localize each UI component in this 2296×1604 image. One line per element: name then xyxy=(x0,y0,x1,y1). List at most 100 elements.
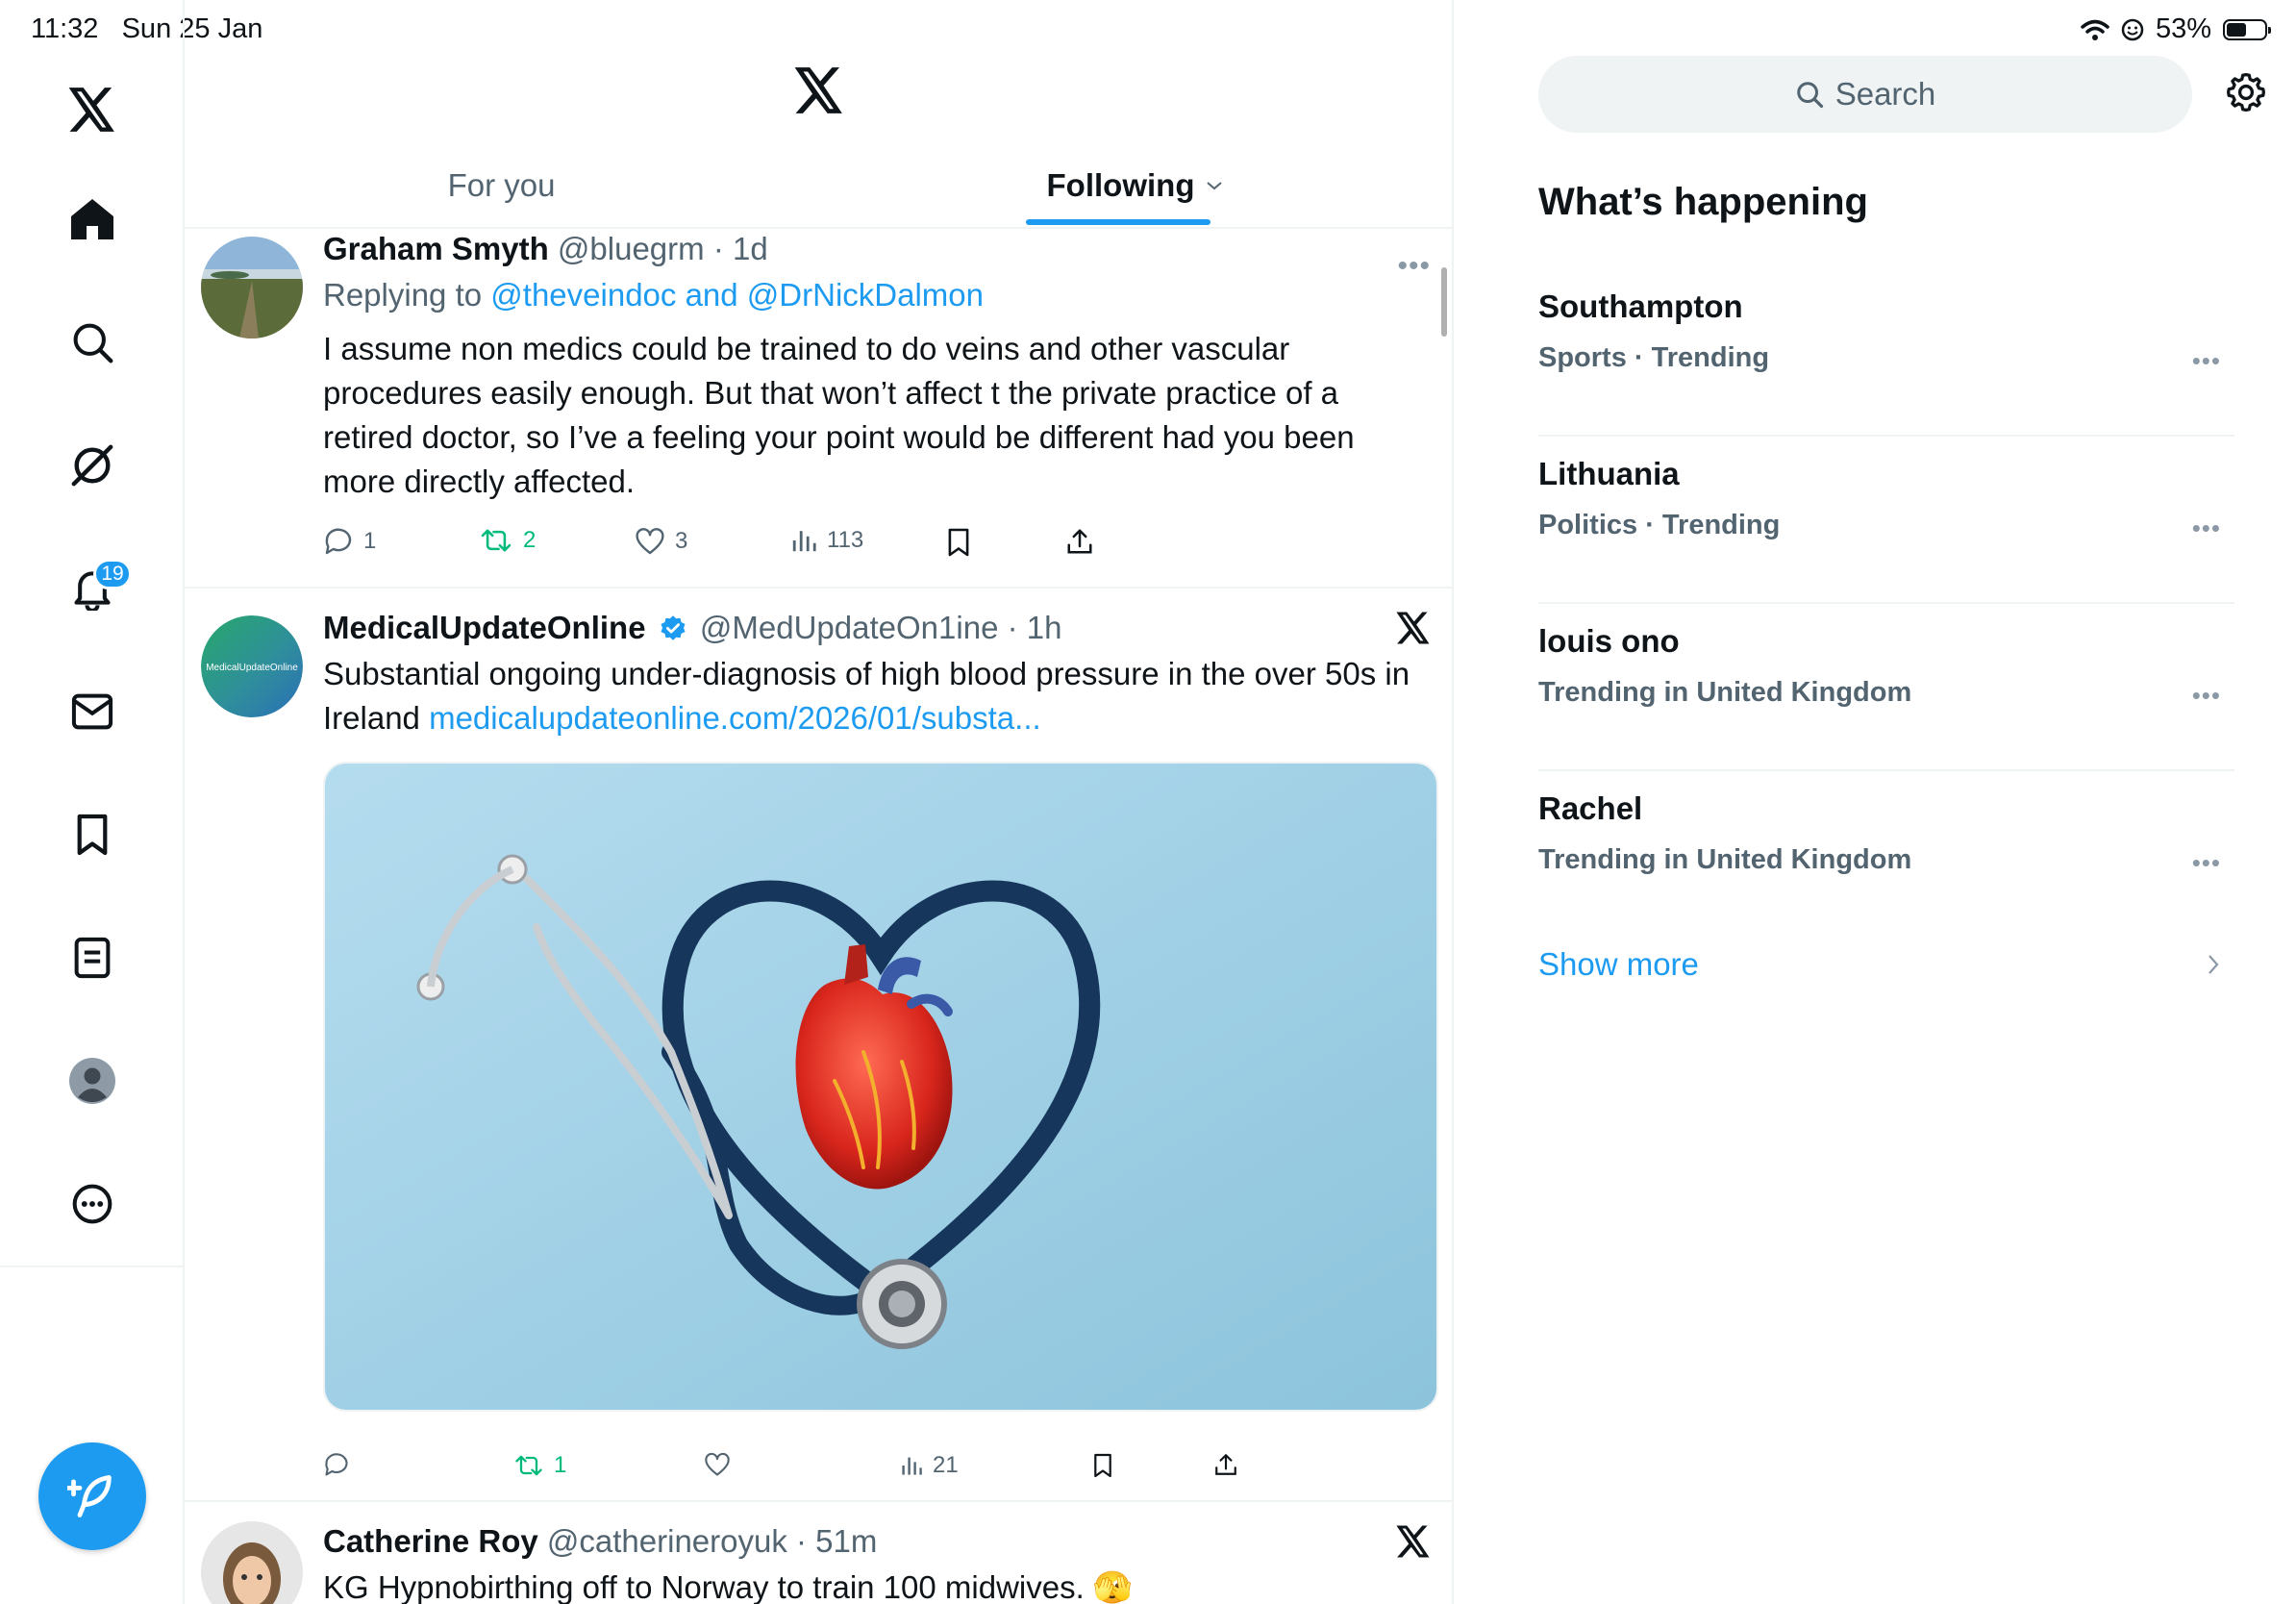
author-name[interactable]: MedicalUpdateOnline xyxy=(323,610,646,645)
trend-more-icon[interactable]: ••• xyxy=(2192,346,2221,376)
author-handle[interactable]: @MedUpdateOn1ine xyxy=(700,610,999,645)
tweet[interactable]: MedicalUpdateOnline MedicalUpdateOnline … xyxy=(185,589,1452,1502)
chevron-down-icon xyxy=(1207,182,1223,190)
bookmark-button[interactable] xyxy=(946,527,971,558)
profile-avatar-icon[interactable] xyxy=(62,1050,123,1112)
article-link[interactable]: medicalupdateonline.com/2026/01/substa..… xyxy=(429,700,1041,736)
heart-icon xyxy=(705,1452,730,1476)
active-tab-indicator xyxy=(1026,219,1210,225)
search-icon xyxy=(1796,82,1823,109)
share-icon xyxy=(1067,529,1092,554)
tweet-time: · 51m xyxy=(796,1523,878,1559)
heart-icon xyxy=(636,528,664,555)
trend-name: Lithuania xyxy=(1538,456,1680,491)
home-icon[interactable] xyxy=(62,188,123,250)
repost-button[interactable]: 1 xyxy=(513,1452,566,1479)
compose-post-button[interactable] xyxy=(38,1442,146,1550)
avatar[interactable] xyxy=(201,237,303,338)
analytics-icon xyxy=(902,1457,922,1475)
trend-category: Sports · Trending xyxy=(1538,342,1770,373)
search-placeholder: Search xyxy=(1834,76,1936,112)
wifi-icon xyxy=(2081,19,2109,40)
tweet-header: Catherine Roy @catherineroyuk · 51m xyxy=(323,1521,1435,1562)
trend-category: Trending in United Kingdom xyxy=(1538,677,1912,708)
tweet[interactable]: Graham Smyth @bluegrm · 1d Replying to @… xyxy=(185,229,1452,589)
tab-following[interactable]: Following xyxy=(818,144,1452,227)
trend-more-icon[interactable]: ••• xyxy=(2192,848,2221,878)
repost-button[interactable]: 2 xyxy=(479,527,536,554)
views-button[interactable]: 113 xyxy=(790,527,863,554)
share-button[interactable] xyxy=(1065,527,1094,556)
bookmarks-icon[interactable] xyxy=(62,804,123,865)
timeline-tabs: For you Following xyxy=(185,144,1452,229)
x-logo-icon[interactable] xyxy=(62,79,123,140)
tweet-more-icon[interactable]: ••• xyxy=(1397,250,1431,283)
grok-icon[interactable] xyxy=(62,435,123,496)
reply-button[interactable]: 1 xyxy=(323,527,376,556)
reply-context: Replying to @theveindoc and @DrNickDalmo… xyxy=(323,277,984,313)
tweet-text: Substantial ongoing under-diagnosis of h… xyxy=(323,656,1410,736)
tweet-text: KG Hypnobirthing off to Norway to train … xyxy=(323,1569,1134,1604)
status-indicators: 53% xyxy=(2081,13,2271,45)
share-button[interactable] xyxy=(1213,1452,1238,1477)
trend-category: Politics · Trending xyxy=(1538,510,1781,540)
like-button[interactable] xyxy=(704,1452,740,1477)
trend-item[interactable]: louis ono Trending in United Kingdom ••• xyxy=(1538,604,2234,771)
avatar[interactable]: MedicalUpdateOnline xyxy=(201,615,303,717)
bookmark-icon xyxy=(1094,1453,1111,1478)
scrollbar[interactable] xyxy=(1441,267,1447,337)
timeline-column: For you Following Graham Smyth @bluegrm … xyxy=(185,0,1454,1604)
repost-icon xyxy=(481,529,512,552)
author-name[interactable]: Catherine Roy xyxy=(323,1523,538,1559)
like-button[interactable]: 3 xyxy=(635,527,687,556)
tweet-header: Graham Smyth @bluegrm · 1d xyxy=(323,229,1435,269)
views-button[interactable]: 21 xyxy=(900,1452,959,1479)
nav-divider xyxy=(0,1266,185,1267)
tweet-actions: 1 21 xyxy=(323,1452,1452,1491)
more-options-icon[interactable] xyxy=(62,1173,123,1235)
tab-for-you[interactable]: For you xyxy=(185,144,818,227)
show-more-link[interactable]: Show more xyxy=(1538,946,1699,983)
analytics-icon xyxy=(792,531,816,552)
avatar[interactable] xyxy=(201,1521,303,1604)
bookmark-icon xyxy=(948,528,969,557)
battery-icon xyxy=(2223,18,2271,40)
trend-item[interactable]: Lithuania Politics · Trending ••• xyxy=(1538,437,2234,604)
search-input[interactable]: Search xyxy=(1538,56,2192,133)
author-handle[interactable]: @bluegrm xyxy=(558,231,705,266)
avatar-logo-text: MedicalUpdateOnline xyxy=(206,663,298,673)
share-icon xyxy=(1215,1454,1236,1475)
x-source-icon xyxy=(1396,612,1431,644)
reply-button[interactable] xyxy=(323,1452,360,1477)
settings-gear-icon[interactable] xyxy=(2225,71,2267,113)
tweet[interactable]: Catherine Roy @catherineroyuk · 51m KG H… xyxy=(185,1502,1452,1604)
trend-item[interactable]: Southampton Sports · Trending ••• xyxy=(1538,269,2234,437)
verified-badge-icon xyxy=(661,615,686,640)
x-header-logo-icon[interactable] xyxy=(794,67,844,113)
tweet-text: I assume non medics could be trained to … xyxy=(323,331,1355,499)
bookmark-button[interactable] xyxy=(1092,1452,1113,1479)
search-icon[interactable] xyxy=(62,312,123,373)
focus-mode-icon xyxy=(2121,18,2144,40)
messages-envelope-icon[interactable] xyxy=(62,681,123,742)
reply-to-link[interactable]: @theveindoc and @DrNickDalmon xyxy=(490,277,984,313)
trend-name: Southampton xyxy=(1538,288,1743,324)
author-handle[interactable]: @catherineroyuk xyxy=(547,1523,787,1559)
tweet-media-image[interactable] xyxy=(323,762,1438,1412)
lists-icon[interactable] xyxy=(62,927,123,989)
chevron-right-icon xyxy=(2206,952,2221,977)
battery-percent: 53% xyxy=(2155,13,2211,44)
repost-icon xyxy=(515,1455,542,1476)
trend-item[interactable]: Rachel Trending in United Kingdom ••• xyxy=(1538,771,2234,939)
author-name[interactable]: Graham Smyth xyxy=(323,231,549,266)
notifications-badge: 19 xyxy=(93,559,132,589)
reply-icon xyxy=(325,528,352,555)
trend-more-icon[interactable]: ••• xyxy=(2192,514,2221,543)
tweet-actions: 1 2 3 113 xyxy=(323,527,1452,565)
x-source-icon xyxy=(1396,1525,1431,1558)
trend-name: Rachel xyxy=(1538,790,1643,826)
whats-happening-heading: What’s happening xyxy=(1538,181,1868,223)
tweet-time: · 1d xyxy=(712,231,768,266)
reply-icon xyxy=(325,1453,348,1476)
trend-more-icon[interactable]: ••• xyxy=(2192,681,2221,711)
